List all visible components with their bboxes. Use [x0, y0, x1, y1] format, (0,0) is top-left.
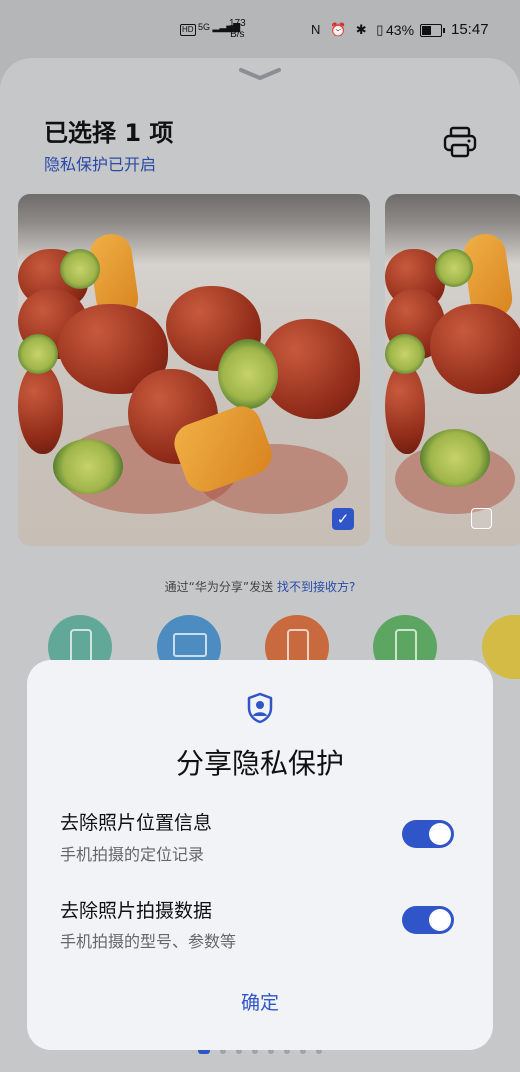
selection-title: 已选择 1 项 [44, 119, 174, 147]
huawei-share-hint: 通过“华为分享”发送 找不到接收方? [164, 580, 356, 594]
option-desc-exif: 手机拍摄的型号、参数等 [60, 932, 237, 951]
battery-icon [420, 24, 445, 37]
dialog-title: 分享隐私保护 [175, 747, 344, 780]
network-speed: 173 B/s [229, 18, 246, 40]
chevron-down-icon[interactable] [237, 66, 283, 82]
hd-icon: HD [180, 24, 196, 36]
option-desc-location: 手机拍摄的定位记录 [60, 845, 205, 864]
option-title-exif: 去除照片拍摄数据 [60, 900, 213, 922]
laptop-icon [173, 633, 207, 657]
privacy-status-link[interactable]: 隐私保护已开启 [44, 151, 156, 175]
status-bar: HD 5G ▂▃▅▇ 173 B/s N ⏰ ✱ ▯ 43% 15:47 [0, 0, 520, 60]
clock: 15:47 [451, 21, 489, 38]
photo-thumbnail[interactable] [385, 194, 520, 546]
print-icon[interactable] [442, 126, 478, 158]
battery-percent: 43% [386, 22, 415, 38]
selected-checkbox[interactable]: ✓ [332, 508, 354, 530]
photo-thumbnail[interactable]: ✓ [18, 194, 370, 546]
cant-find-receiver-link[interactable]: 找不到接收方? [277, 580, 355, 594]
remove-exif-toggle[interactable] [402, 906, 454, 934]
privacy-dialog: 分享隐私保护 去除照片位置信息 手机拍摄的定位记录 去除照片拍摄数据 手机拍摄的… [27, 660, 493, 1050]
status-icons: N ⏰ ✱ ▯ [311, 22, 387, 37]
unselected-checkbox[interactable] [471, 508, 492, 529]
option-title-location: 去除照片位置信息 [60, 812, 213, 834]
remove-location-toggle[interactable] [402, 820, 454, 848]
shield-user-icon [247, 692, 273, 724]
confirm-button[interactable]: 确定 [27, 988, 493, 1015]
